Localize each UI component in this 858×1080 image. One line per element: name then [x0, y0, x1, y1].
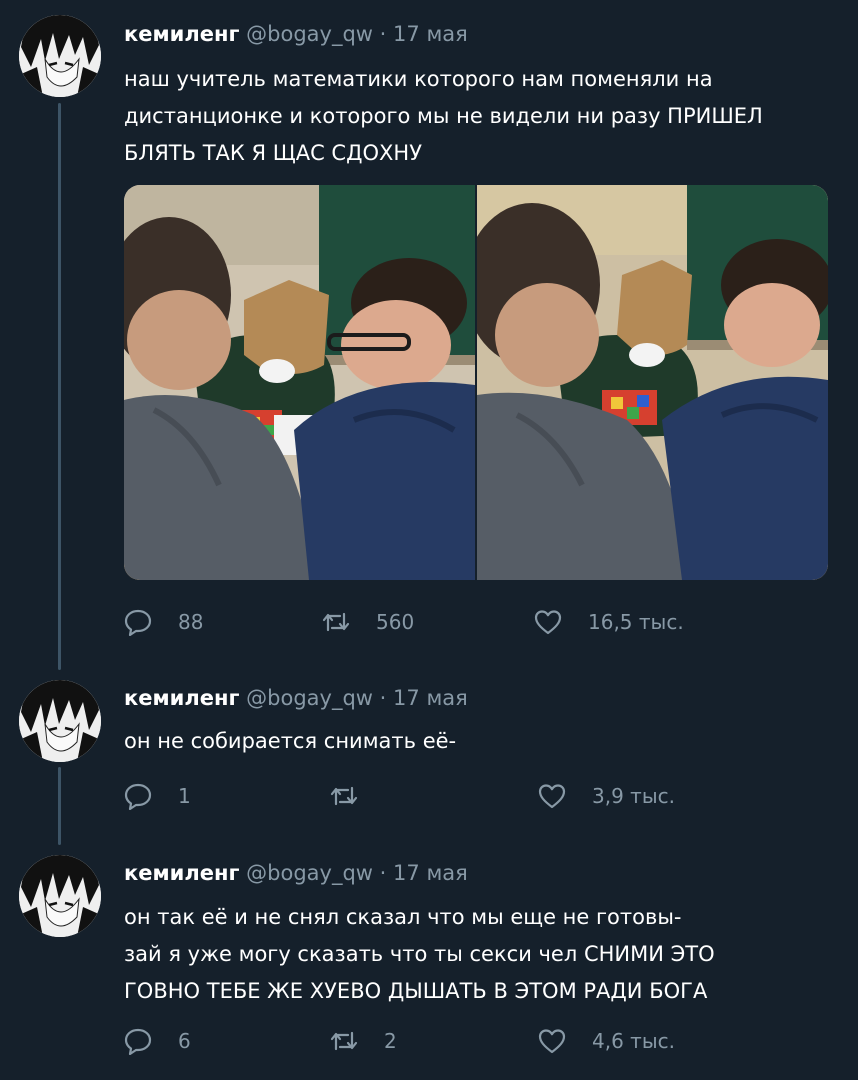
like-action[interactable]: 3,9 тыс. — [538, 781, 675, 811]
display-name[interactable]: кемиленг — [124, 861, 239, 885]
thread-connector-line — [58, 103, 61, 670]
retweet-action[interactable]: 2 — [330, 1026, 397, 1056]
reply-icon[interactable] — [124, 608, 152, 636]
reply-icon[interactable] — [124, 782, 152, 810]
tweet-header: кемиленг @bogay_qw · 17 мая — [124, 861, 468, 885]
tweet-text-line: ГОВНО ТЕБЕ ЖЕ ХУЕВО ДЫШАТЬ В ЭТОМ РАДИ Б… — [124, 979, 708, 1003]
like-icon[interactable] — [538, 1027, 566, 1055]
reply-count: 1 — [178, 784, 191, 808]
tweet-text-line: дистанционке и которого мы не видели ни … — [124, 104, 763, 128]
tweet-text: он не собирается снимать её- — [124, 723, 834, 760]
retweet-action[interactable]: 560 — [322, 607, 414, 637]
tweet-date[interactable]: 17 мая — [393, 686, 468, 710]
tweet-date[interactable]: 17 мая — [393, 22, 468, 46]
tweet-actions: 1 3,9 тыс. — [124, 781, 824, 811]
tweet-text-line: зай я уже могу сказать что ты секси чел … — [124, 942, 715, 966]
reply-action[interactable]: 88 — [124, 607, 203, 637]
username-handle[interactable]: @bogay_qw — [246, 686, 373, 710]
tweet-text-line: БЛЯТЬ ТАК Я ЩАС СДОХНУ — [124, 141, 422, 165]
tweet-actions: 6 2 4,6 тыс. — [124, 1026, 824, 1056]
retweet-action[interactable] — [330, 781, 384, 811]
avatar[interactable] — [19, 855, 101, 937]
reply-action[interactable]: 1 — [124, 781, 191, 811]
reply-count: 88 — [178, 610, 204, 634]
like-count: 16,5 тыс. — [588, 610, 684, 634]
tweet-text-line: он не собирается снимать её- — [124, 729, 457, 753]
tweet-photo-1[interactable] — [124, 185, 475, 580]
display-name[interactable]: кемиленг — [124, 686, 239, 710]
like-action[interactable]: 16,5 тыс. — [534, 607, 684, 637]
thread-connector-line — [58, 767, 61, 845]
retweet-count: 2 — [384, 1029, 397, 1053]
reply-count: 6 — [178, 1029, 191, 1053]
like-icon[interactable] — [534, 608, 562, 636]
tweet-text-line: наш учитель математики которого нам поме… — [124, 67, 713, 91]
reply-action[interactable]: 6 — [124, 1026, 191, 1056]
tweet-text: наш учитель математики которого нам поме… — [124, 61, 834, 172]
avatar[interactable] — [19, 680, 101, 762]
avatar[interactable] — [19, 15, 101, 97]
like-count: 4,6 тыс. — [592, 1029, 675, 1053]
retweet-count: 560 — [376, 610, 415, 634]
tweet-media-grid — [124, 185, 828, 580]
tweet-photo-2[interactable] — [464, 185, 828, 580]
like-action[interactable]: 4,6 тыс. — [538, 1026, 675, 1056]
username-handle[interactable]: @bogay_qw — [246, 22, 373, 46]
like-count: 3,9 тыс. — [592, 784, 675, 808]
username-handle[interactable]: @bogay_qw — [246, 861, 373, 885]
separator-dot: · — [379, 686, 387, 710]
retweet-icon[interactable] — [330, 1027, 358, 1055]
separator-dot: · — [379, 861, 387, 885]
tweet-header: кемиленг @bogay_qw · 17 мая — [124, 686, 468, 710]
tweet-date[interactable]: 17 мая — [393, 861, 468, 885]
separator-dot: · — [379, 22, 387, 46]
tweet-text-line: он так её и не снял сказал что мы еще не… — [124, 905, 682, 929]
tweet-actions: 88 560 16,5 тыс. — [124, 607, 824, 637]
display-name[interactable]: кемиленг — [124, 22, 239, 46]
retweet-icon[interactable] — [322, 608, 350, 636]
tweet-text: он так её и не снял сказал что мы еще не… — [124, 899, 834, 1010]
reply-icon[interactable] — [124, 1027, 152, 1055]
retweet-icon[interactable] — [330, 782, 358, 810]
like-icon[interactable] — [538, 782, 566, 810]
tweet-header: кемиленг @bogay_qw · 17 мая — [124, 22, 468, 46]
